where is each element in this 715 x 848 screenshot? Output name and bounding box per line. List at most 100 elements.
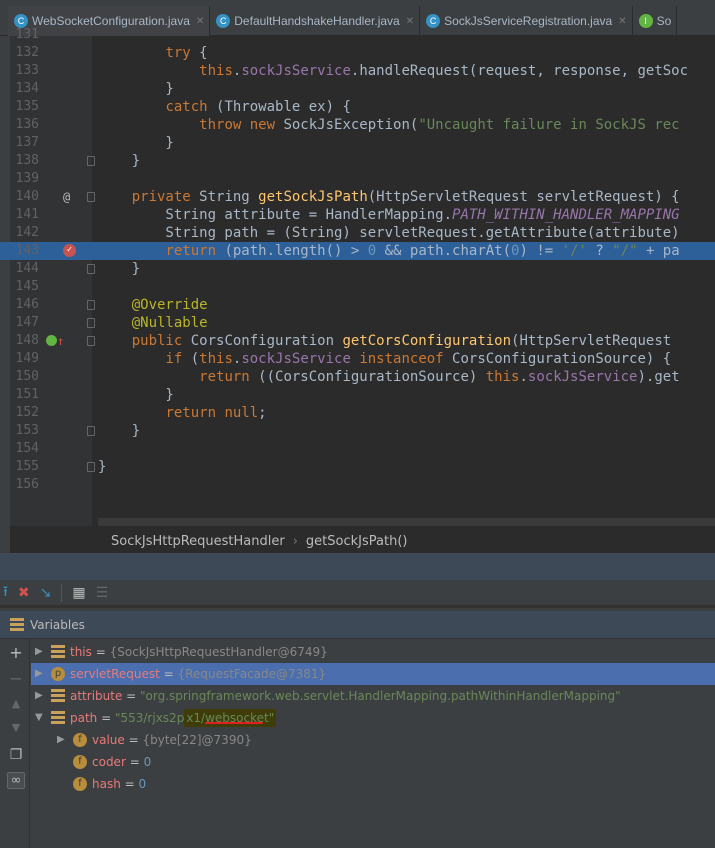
line-number[interactable]: 133 xyxy=(10,62,39,80)
fold-marker-icon[interactable] xyxy=(87,336,95,346)
code-line[interactable]: 145 xyxy=(0,278,715,296)
line-number[interactable]: 152 xyxy=(10,404,39,422)
expand-arrow-icon[interactable]: ▼ xyxy=(35,707,43,729)
code-line[interactable]: 133 this.sockJsService.handleRequest(req… xyxy=(0,62,715,80)
code-line[interactable]: 146 @Override xyxy=(0,296,715,314)
variable-row-attribute[interactable]: ▶ attribute = "org.springframework.web.se… xyxy=(31,685,715,707)
code-token: '/' xyxy=(561,243,587,259)
fold-marker-icon[interactable] xyxy=(87,462,95,472)
code-line[interactable]: 131 xyxy=(0,26,715,44)
line-number[interactable]: 155 xyxy=(10,458,39,476)
move-up-icon[interactable]: ▲ xyxy=(7,697,25,710)
line-number[interactable]: 145 xyxy=(10,278,39,296)
line-number[interactable]: 151 xyxy=(10,386,39,404)
code-line[interactable]: 136 throw new SockJsException("Uncaught … xyxy=(0,116,715,134)
fold-marker-icon[interactable] xyxy=(87,300,95,310)
step-out-icon[interactable]: ⭱ xyxy=(3,581,8,605)
code-token: "Uncaught failure in SockJS rec xyxy=(418,117,680,133)
fold-marker-icon[interactable] xyxy=(87,264,95,274)
watches-toggle-icon[interactable]: ∞ xyxy=(7,772,25,789)
trace-icon[interactable]: ☰ xyxy=(96,585,109,601)
line-number[interactable]: 143 xyxy=(10,242,39,260)
breadcrumb-class[interactable]: SockJsHttpRequestHandler xyxy=(111,534,285,549)
line-number[interactable]: 153 xyxy=(10,422,39,440)
variable-row-hash[interactable]: f hash = 0 xyxy=(31,773,715,795)
line-number[interactable]: 142 xyxy=(10,224,39,242)
expand-arrow-icon[interactable]: ▶ xyxy=(57,729,65,751)
code-line[interactable]: 140 @ private String getSockJsPath(HttpSe… xyxy=(0,188,715,206)
fold-marker-icon[interactable] xyxy=(87,192,95,202)
line-number[interactable]: 144 xyxy=(10,260,39,278)
copy-icon[interactable]: ❐ xyxy=(7,747,25,763)
fold-marker-icon[interactable] xyxy=(87,318,95,328)
expand-arrow-icon[interactable]: ▶ xyxy=(35,685,43,707)
drop-frame-icon[interactable]: ✖ xyxy=(18,585,30,601)
line-number[interactable]: 135 xyxy=(10,98,39,116)
line-number[interactable]: 141 xyxy=(10,206,39,224)
fold-marker-icon[interactable] xyxy=(87,156,95,166)
variable-row-this[interactable]: ▶ this = {SockJsHttpRequestHandler@6749} xyxy=(31,641,715,663)
line-number[interactable]: 136 xyxy=(10,116,39,134)
variable-row-path[interactable]: ▼ path = "553/rjxs2p x1/websocket" xyxy=(31,707,715,729)
code-line[interactable]: 134 } xyxy=(0,80,715,98)
code-line[interactable]: 153 } xyxy=(0,422,715,440)
code-line[interactable]: 142 String path = (String) servletReques… xyxy=(0,224,715,242)
code-token: String path = (String) servletRequest.ge… xyxy=(98,225,680,241)
code-line[interactable]: 139 xyxy=(0,170,715,188)
horizontal-scrollbar[interactable] xyxy=(98,518,715,526)
code-line[interactable]: 156 xyxy=(0,476,715,494)
line-number[interactable]: 139 xyxy=(10,170,39,188)
variable-row-servletRequest[interactable]: ▶ p servletRequest = {RequestFacade@7381} xyxy=(31,663,715,685)
line-number[interactable]: 137 xyxy=(10,134,39,152)
close-icon[interactable]: ✕ xyxy=(196,16,204,27)
line-number[interactable]: 146 xyxy=(10,296,39,314)
breakpoint-icon[interactable]: ✓ xyxy=(63,244,76,257)
move-down-icon[interactable]: ▼ xyxy=(7,721,25,734)
code-line[interactable]: 144 } xyxy=(0,260,715,278)
variables-tree[interactable]: ▶ this = {SockJsHttpRequestHandler@6749} ▶… xyxy=(31,641,715,848)
code-line[interactable]: 149 if (this.sockJsService instanceof Co… xyxy=(0,350,715,368)
line-number[interactable]: 140 xyxy=(10,188,39,206)
evaluate-icon[interactable]: ▦ xyxy=(72,585,85,601)
line-number[interactable]: 149 xyxy=(10,350,39,368)
code-line[interactable]: 152 return null; xyxy=(0,404,715,422)
line-number[interactable]: 134 xyxy=(10,80,39,98)
value-part: " xyxy=(268,711,275,725)
annotation-gutter-icon[interactable]: @ xyxy=(63,188,70,206)
remove-watch-icon[interactable]: − xyxy=(7,669,25,688)
code-line[interactable]: 141 String attribute = HandlerMapping.PA… xyxy=(0,206,715,224)
line-number[interactable]: 154 xyxy=(10,440,39,458)
code-line[interactable]: 132 try { xyxy=(0,44,715,62)
fold-marker-icon[interactable] xyxy=(87,426,95,436)
implements-method-icon[interactable] xyxy=(46,335,57,346)
code-line[interactable]: 151 } xyxy=(0,386,715,404)
line-number[interactable]: 131 xyxy=(10,26,39,44)
line-number[interactable]: 147 xyxy=(10,314,39,332)
run-to-cursor-icon[interactable]: ↘ xyxy=(40,585,52,601)
variable-row-value[interactable]: ▶ f value = {byte[22]@7390} xyxy=(31,729,715,751)
expand-arrow-icon[interactable]: ▶ xyxy=(35,663,43,685)
close-icon[interactable]: ✕ xyxy=(618,16,626,27)
code-line[interactable]: 150 return ((CorsConfigurationSource) th… xyxy=(0,368,715,386)
line-number[interactable]: 148 xyxy=(10,332,39,350)
code-line[interactable]: 154 xyxy=(0,440,715,458)
line-number[interactable]: 156 xyxy=(10,476,39,494)
breadcrumb-method[interactable]: getSockJsPath() xyxy=(306,534,408,549)
code-line[interactable]: 147 @Nullable xyxy=(0,314,715,332)
line-number[interactable]: 138 xyxy=(10,152,39,170)
code-line[interactable]: 135 catch (Throwable ex) { xyxy=(0,98,715,116)
close-icon[interactable]: ✕ xyxy=(406,16,414,27)
line-number[interactable]: 132 xyxy=(10,44,39,62)
code-line[interactable]: 155} xyxy=(0,458,715,476)
code-line[interactable]: 143 ✓ return (path.length() > 0 && path.c… xyxy=(0,242,715,260)
expand-arrow-icon[interactable]: ▶ xyxy=(35,641,43,663)
code-line[interactable]: 148 ↑ public CorsConfiguration getCorsCon… xyxy=(0,332,715,350)
code-line[interactable]: 138 } xyxy=(0,152,715,170)
variable-row-coder[interactable]: f coder = 0 xyxy=(31,751,715,773)
code-line[interactable]: 137 } xyxy=(0,134,715,152)
code-token: getSockJsPath xyxy=(258,189,368,205)
add-watch-icon[interactable]: + xyxy=(7,643,25,662)
line-number[interactable]: 150 xyxy=(10,368,39,386)
code-editor[interactable]: 131 132 try {133 this.sockJsService.handl… xyxy=(0,27,715,526)
